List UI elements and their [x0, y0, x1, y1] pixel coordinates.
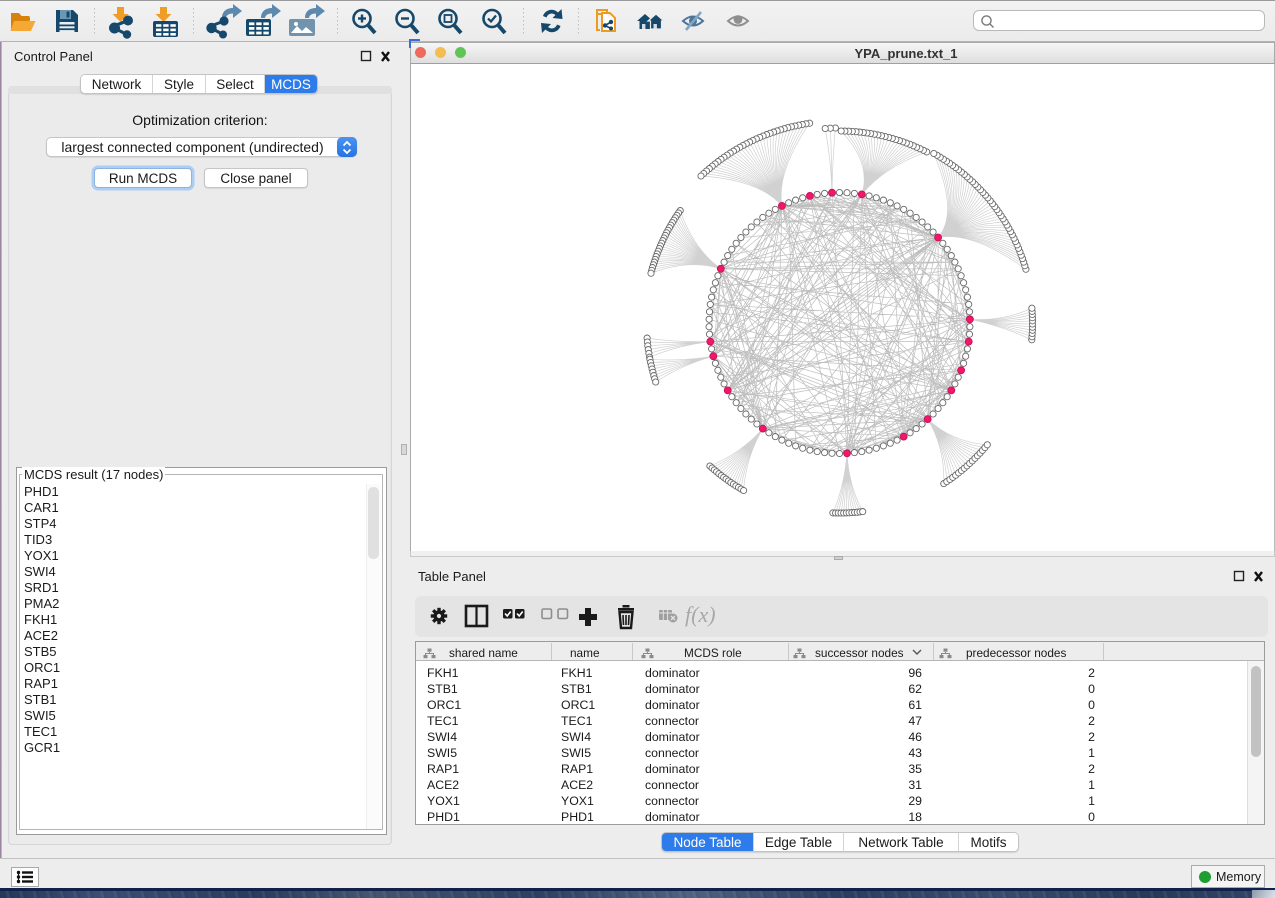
svg-text:f(x): f(x)	[685, 602, 716, 627]
